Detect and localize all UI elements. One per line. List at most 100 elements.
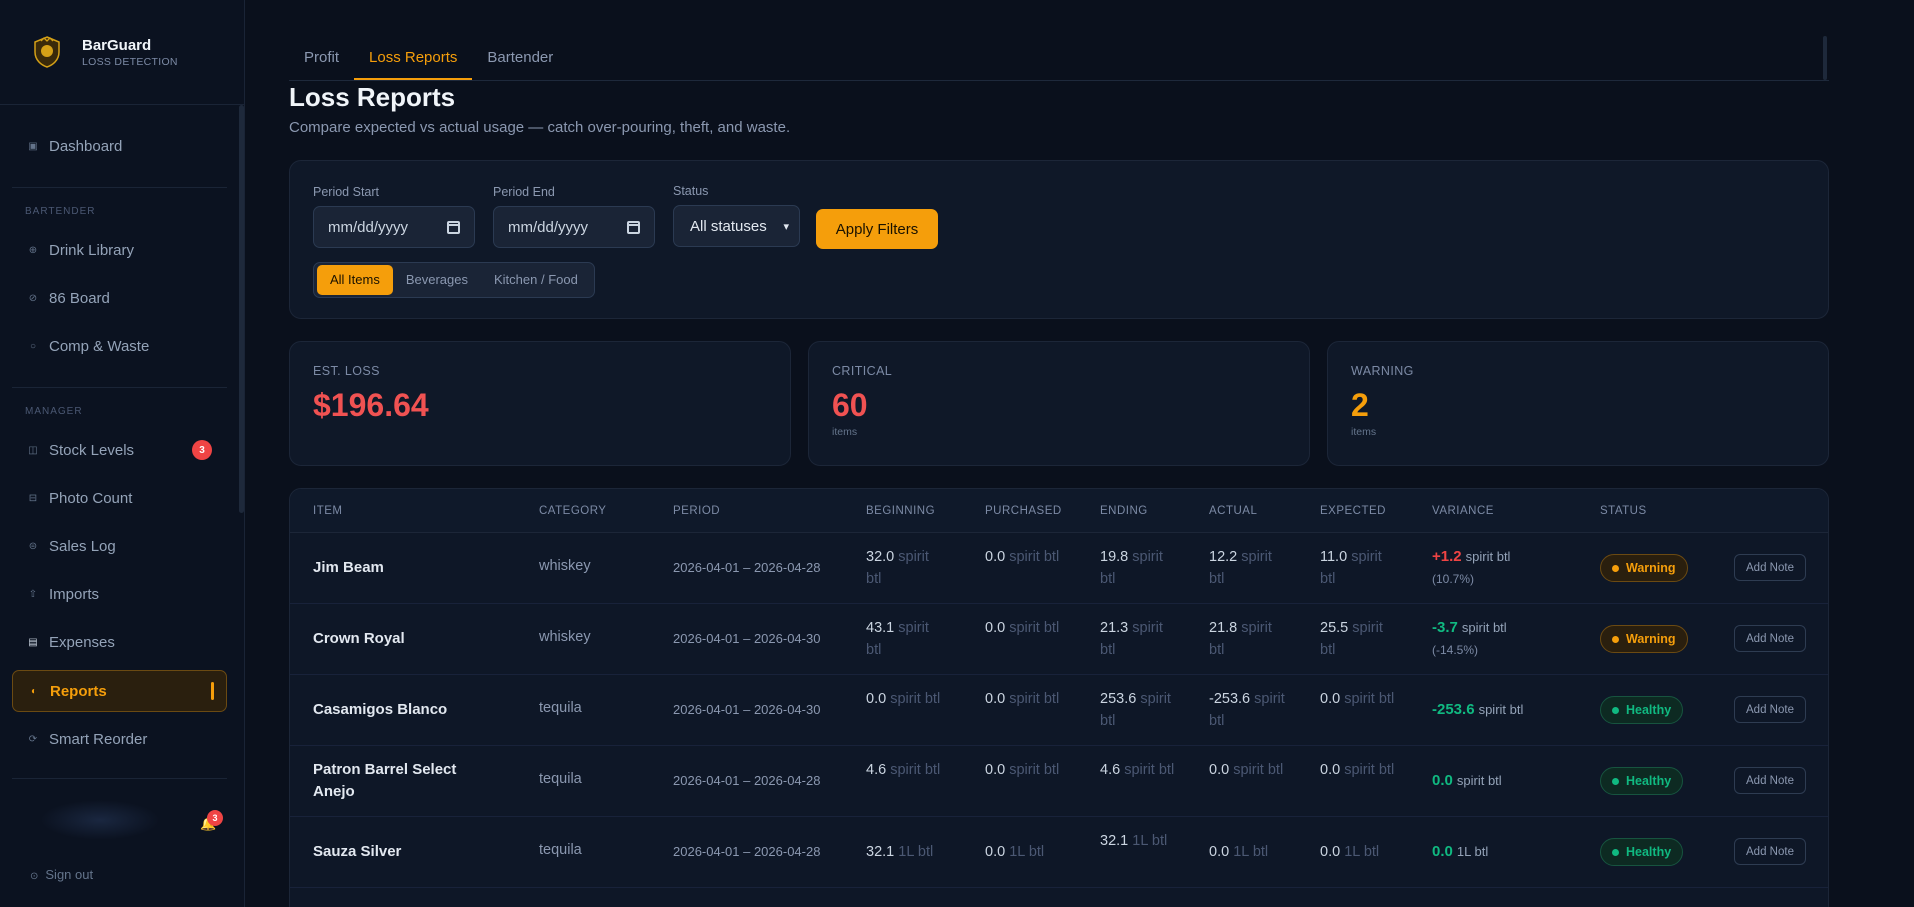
critical-card: CRITICAL 60 items <box>808 341 1310 466</box>
item-category: tequila <box>539 842 582 858</box>
column-header[interactable]: ENDING <box>1100 505 1148 517</box>
beginning-value: 0.0 spirit btl <box>866 691 941 707</box>
upload-icon: ⇧ <box>28 588 38 600</box>
table-row[interactable]: Patron Barrel Select Anejo tequila 2026-… <box>290 746 1828 817</box>
table-row[interactable]: Crown Royal whiskey 2026-04-01 – 2026-04… <box>290 604 1828 675</box>
column-header[interactable]: STATUS <box>1600 505 1647 517</box>
segment-all-items[interactable]: All Items <box>317 265 393 295</box>
tab-loss-reports[interactable]: Loss Reports <box>354 34 473 80</box>
actual-value: 0.0 1L btl <box>1209 844 1269 860</box>
add-note-button[interactable]: Add Note <box>1734 554 1806 581</box>
sidebar-item-imports[interactable]: ⇧ Imports <box>12 574 227 614</box>
status-select-value: All statuses <box>690 217 767 235</box>
tabs-scrollbar[interactable] <box>1823 36 1827 80</box>
status-label: Status <box>673 184 709 198</box>
column-header[interactable]: PERIOD <box>673 505 720 517</box>
logout-icon: ⊙ <box>30 871 39 882</box>
period-start-value: mm/dd/yyyy <box>328 218 409 236</box>
status-badge: Healthy <box>1600 838 1684 866</box>
page-description: Compare expected vs actual usage — catch… <box>289 119 791 136</box>
status-badge: Healthy <box>1600 696 1684 724</box>
ending-value: 253.6 spirit btl <box>1100 691 1171 729</box>
table-row[interactable]: Jim Beam whiskey 2026-04-01 – 2026-04-28… <box>290 533 1828 604</box>
item-name: Patron Barrel Select Anejo <box>313 761 457 800</box>
loss-report-table: ITEM CATEGORY PERIOD BEGINNING PURCHASED… <box>289 488 1829 907</box>
chart-icon: ◐ <box>30 685 38 697</box>
sidebar-scrollbar[interactable] <box>239 105 244 513</box>
sidebar-item-photo-count[interactable]: ⊟ Photo Count <box>12 478 227 518</box>
add-note-button[interactable]: Add Note <box>1734 696 1806 723</box>
sidebar-item-reports[interactable]: ◐ Reports <box>12 670 227 712</box>
column-header[interactable]: EXPECTED <box>1320 505 1386 517</box>
actual-value: 0.0 spirit btl <box>1209 762 1284 778</box>
column-header[interactable]: PURCHASED <box>985 505 1062 517</box>
boxes-icon: ◫ <box>28 444 38 456</box>
lion-crest-logo-icon <box>28 33 66 71</box>
add-note-button[interactable]: Add Note <box>1734 625 1806 652</box>
beginning-value: 4.6 spirit btl <box>866 762 941 778</box>
period-start-input[interactable]: mm/dd/yyyy <box>313 206 475 248</box>
warning-sub: items <box>1351 426 1377 438</box>
item-name: Casamigos Blanco <box>313 701 448 718</box>
divider <box>12 387 227 388</box>
item-type-segmented-control: All Items Beverages Kitchen / Food <box>313 262 595 298</box>
calendar-icon[interactable] <box>447 220 460 234</box>
status-badge: Warning <box>1600 554 1688 582</box>
variance-value: +1.2 spirit btl (10.7%) <box>1432 548 1511 586</box>
period-end-input[interactable]: mm/dd/yyyy <box>493 206 655 248</box>
item-period: 2026-04-01 – 2026-04-28 <box>673 773 821 788</box>
calendar-icon[interactable] <box>627 220 640 234</box>
tab-bartender[interactable]: Bartender <box>472 34 568 80</box>
sidebar-item-86-board[interactable]: ⊘ 86 Board <box>12 278 227 318</box>
est-loss-value: $196.64 <box>313 387 429 423</box>
item-period: 2026-04-01 – 2026-04-28 <box>673 560 821 575</box>
table-row[interactable]: Casamigos Blanco tequila 2026-04-01 – 20… <box>290 675 1828 746</box>
beginning-value: 32.0 spirit btl <box>866 549 929 587</box>
warning-card: WARNING 2 items <box>1327 341 1829 466</box>
actual-value: 21.8 spirit btl <box>1209 620 1272 658</box>
purchased-value: 0.0 spirit btl <box>985 691 1060 707</box>
sidebar-item-dashboard[interactable]: ▣ Dashboard <box>12 126 227 166</box>
receipt-icon: ⊜ <box>28 540 38 552</box>
brand-name: BarGuard <box>82 36 152 54</box>
filters-panel: Period Start mm/dd/yyyy Period End mm/dd… <box>289 160 1829 319</box>
sidebar-item-smart-reorder[interactable]: ⟳ Smart Reorder <box>12 719 227 759</box>
status-badge: Healthy <box>1600 767 1684 795</box>
avatar[interactable] <box>40 800 160 840</box>
status-select[interactable]: All statuses ▾ <box>673 205 800 247</box>
add-note-button[interactable]: Add Note <box>1734 838 1806 865</box>
tab-profit[interactable]: Profit <box>289 34 354 80</box>
purchased-value: 0.0 1L btl <box>985 844 1045 860</box>
table-row[interactable]: Sauza Silver tequila 2026-04-01 – 2026-0… <box>290 817 1828 888</box>
segment-kitchen-food[interactable]: Kitchen / Food <box>481 265 591 295</box>
sidebar-item-label: Imports <box>49 585 100 603</box>
beginning-value: 32.1 1L btl <box>866 844 934 860</box>
column-header[interactable]: VARIANCE <box>1432 505 1494 517</box>
sidebar-item-comp-waste[interactable]: ○ Comp & Waste <box>12 326 227 366</box>
sidebar-item-sales-log[interactable]: ⊜ Sales Log <box>12 526 227 566</box>
purchased-value: 0.0 spirit btl <box>985 762 1060 778</box>
item-period: 2026-04-01 – 2026-04-30 <box>673 702 821 717</box>
segment-beverages[interactable]: Beverages <box>393 265 481 295</box>
add-note-button[interactable]: Add Note <box>1734 767 1806 794</box>
sign-out-link[interactable]: ⊙ Sign out <box>30 867 93 882</box>
column-header[interactable]: BEGINNING <box>866 505 935 517</box>
ending-value: 4.6 spirit btl <box>1100 762 1175 778</box>
sign-out-label: Sign out <box>45 867 94 882</box>
sidebar-item-drink-library[interactable]: ⊕ Drink Library <box>12 230 227 270</box>
sidebar-item-expenses[interactable]: ▤ Expenses <box>12 622 227 662</box>
sidebar-item-stock-levels[interactable]: ◫ Stock Levels 3 <box>12 430 227 470</box>
item-category: tequila <box>539 700 582 716</box>
status-badge: Warning <box>1600 625 1688 653</box>
column-header[interactable]: ITEM <box>313 505 342 517</box>
apply-filters-button[interactable]: Apply Filters <box>816 209 938 249</box>
variance-value: -3.7 spirit btl (-14.5%) <box>1432 619 1507 657</box>
refresh-icon: ⟳ <box>28 733 38 745</box>
actual-value: 12.2 spirit btl <box>1209 549 1272 587</box>
item-period: 2026-04-01 – 2026-04-30 <box>673 631 821 646</box>
ending-value: 19.8 spirit btl <box>1100 549 1163 587</box>
item-period: 2026-04-01 – 2026-04-28 <box>673 844 821 859</box>
item-name: Sauza Silver <box>313 843 402 860</box>
column-header[interactable]: ACTUAL <box>1209 505 1257 517</box>
column-header[interactable]: CATEGORY <box>539 505 606 517</box>
